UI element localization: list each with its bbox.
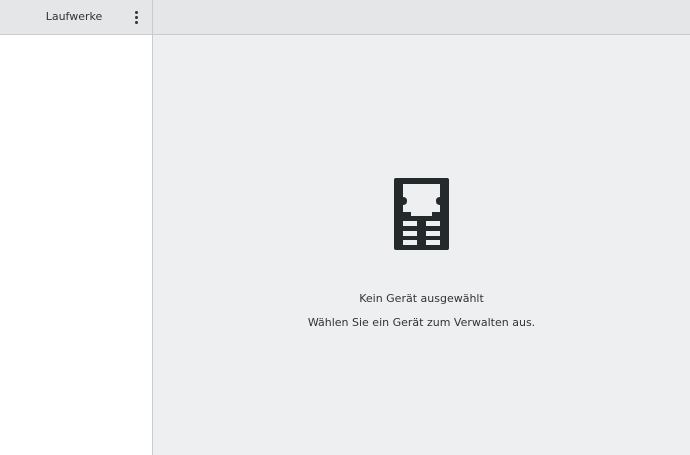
memory-card-icon (394, 178, 449, 250)
content-header (153, 0, 690, 35)
empty-state-panel: Kein Gerät ausgewählt Wählen Sie ein Ger… (153, 35, 690, 455)
empty-state-subtitle: Wählen Sie ein Gerät zum Verwalten aus. (307, 316, 536, 329)
menu-dot (134, 10, 138, 14)
menu-dot (134, 20, 138, 24)
disks-window: Laufwerke Kein Gerät ausgewählt Wählen S… (0, 0, 690, 455)
drive-list (0, 35, 152, 455)
vertical-ellipsis-icon[interactable] (126, 6, 146, 28)
sidebar-header: Laufwerke (0, 0, 152, 35)
empty-state-title: Kein Gerät ausgewählt (359, 292, 484, 305)
menu-dot (134, 15, 138, 19)
